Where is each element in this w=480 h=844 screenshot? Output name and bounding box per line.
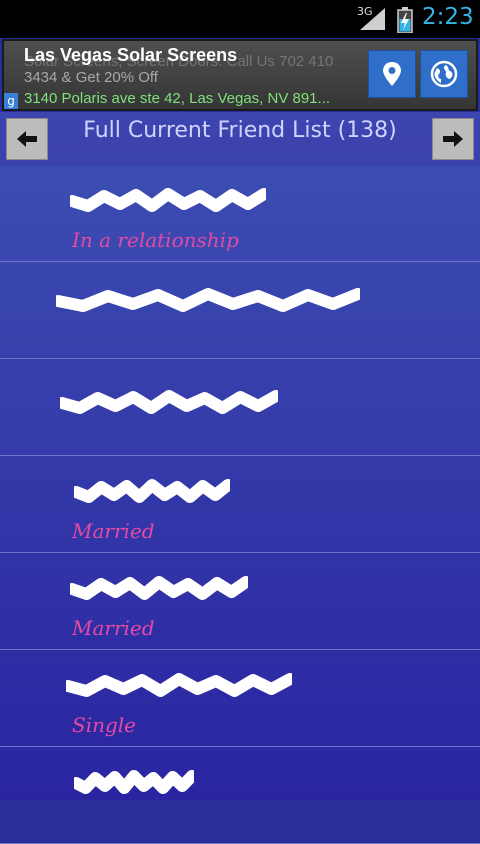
friend-row[interactable]: In a relationship — [0, 166, 480, 262]
relationship-status: Married — [72, 519, 155, 543]
relationship-status: In a relationship — [72, 228, 239, 252]
redacted-name — [60, 390, 278, 414]
friend-row[interactable]: Single — [0, 651, 480, 747]
ad-badge: g — [4, 93, 18, 109]
ad-map-button[interactable] — [368, 50, 416, 98]
clock: 2:23 — [422, 4, 474, 30]
redacted-name — [70, 576, 248, 600]
battery-charging-icon — [397, 7, 413, 33]
next-page-button[interactable] — [432, 118, 474, 160]
ad-description: 3434 & Get 20% Off — [24, 69, 158, 86]
friend-row[interactable]: Married — [0, 554, 480, 650]
signal-icon — [360, 8, 385, 30]
friend-row[interactable]: Married — [0, 457, 480, 553]
redacted-name — [70, 188, 266, 212]
arrow-right-icon — [443, 131, 463, 147]
ad-web-button[interactable] — [420, 50, 468, 98]
redacted-name — [74, 770, 194, 794]
redacted-name — [74, 479, 230, 503]
ad-address[interactable]: 3140 Polaris ave ste 42, Las Vegas, NV 8… — [24, 90, 364, 107]
redacted-name — [66, 673, 292, 697]
status-bar: 3G 2:23 — [0, 0, 480, 38]
ad-title[interactable]: Las Vegas Solar Screens — [24, 45, 237, 66]
previous-page-button[interactable] — [6, 118, 48, 160]
friend-list[interactable]: In a relationship Married Married Single — [0, 166, 480, 844]
arrow-left-icon — [17, 131, 37, 147]
redacted-name — [56, 288, 360, 312]
friend-row[interactable] — [0, 263, 480, 359]
friend-list-header: Full Current Friend List (138) — [0, 112, 480, 166]
page-title: Full Current Friend List (138) — [83, 118, 397, 143]
friend-row[interactable] — [0, 360, 480, 456]
friend-row[interactable] — [0, 748, 480, 844]
relationship-status: Married — [72, 616, 155, 640]
map-pin-icon — [383, 62, 401, 86]
relationship-status: Single — [72, 713, 137, 737]
ad-banner[interactable]: Solar Screens, Screen Doors. Call Us 702… — [2, 39, 478, 111]
globe-icon — [430, 60, 458, 88]
